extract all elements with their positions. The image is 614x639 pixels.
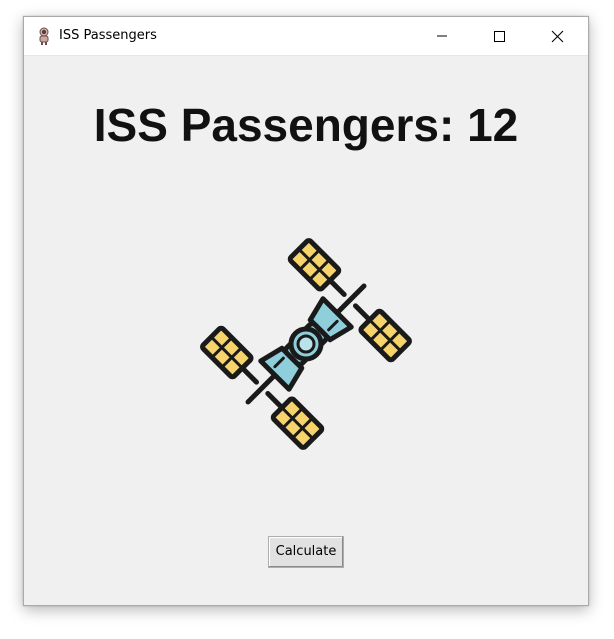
title-bar[interactable]: ISS Passengers xyxy=(24,17,588,56)
maximize-icon xyxy=(494,31,505,42)
main-content: ISS Passengers: 12 Calculate xyxy=(24,56,588,605)
astronaut-icon xyxy=(35,27,53,45)
close-button[interactable] xyxy=(534,17,580,55)
passenger-count-heading: ISS Passengers: 12 xyxy=(93,99,519,151)
calculate-button[interactable]: Calculate xyxy=(268,536,344,568)
minimize-button[interactable] xyxy=(419,17,465,55)
close-icon xyxy=(551,30,564,43)
window-title: ISS Passengers xyxy=(59,28,157,43)
minimize-icon xyxy=(437,35,447,37)
space-station-icon xyxy=(196,234,416,454)
app-window: ISS Passengers ISS Passengers: 12 Calcul… xyxy=(23,16,589,606)
maximize-button[interactable] xyxy=(476,17,522,55)
